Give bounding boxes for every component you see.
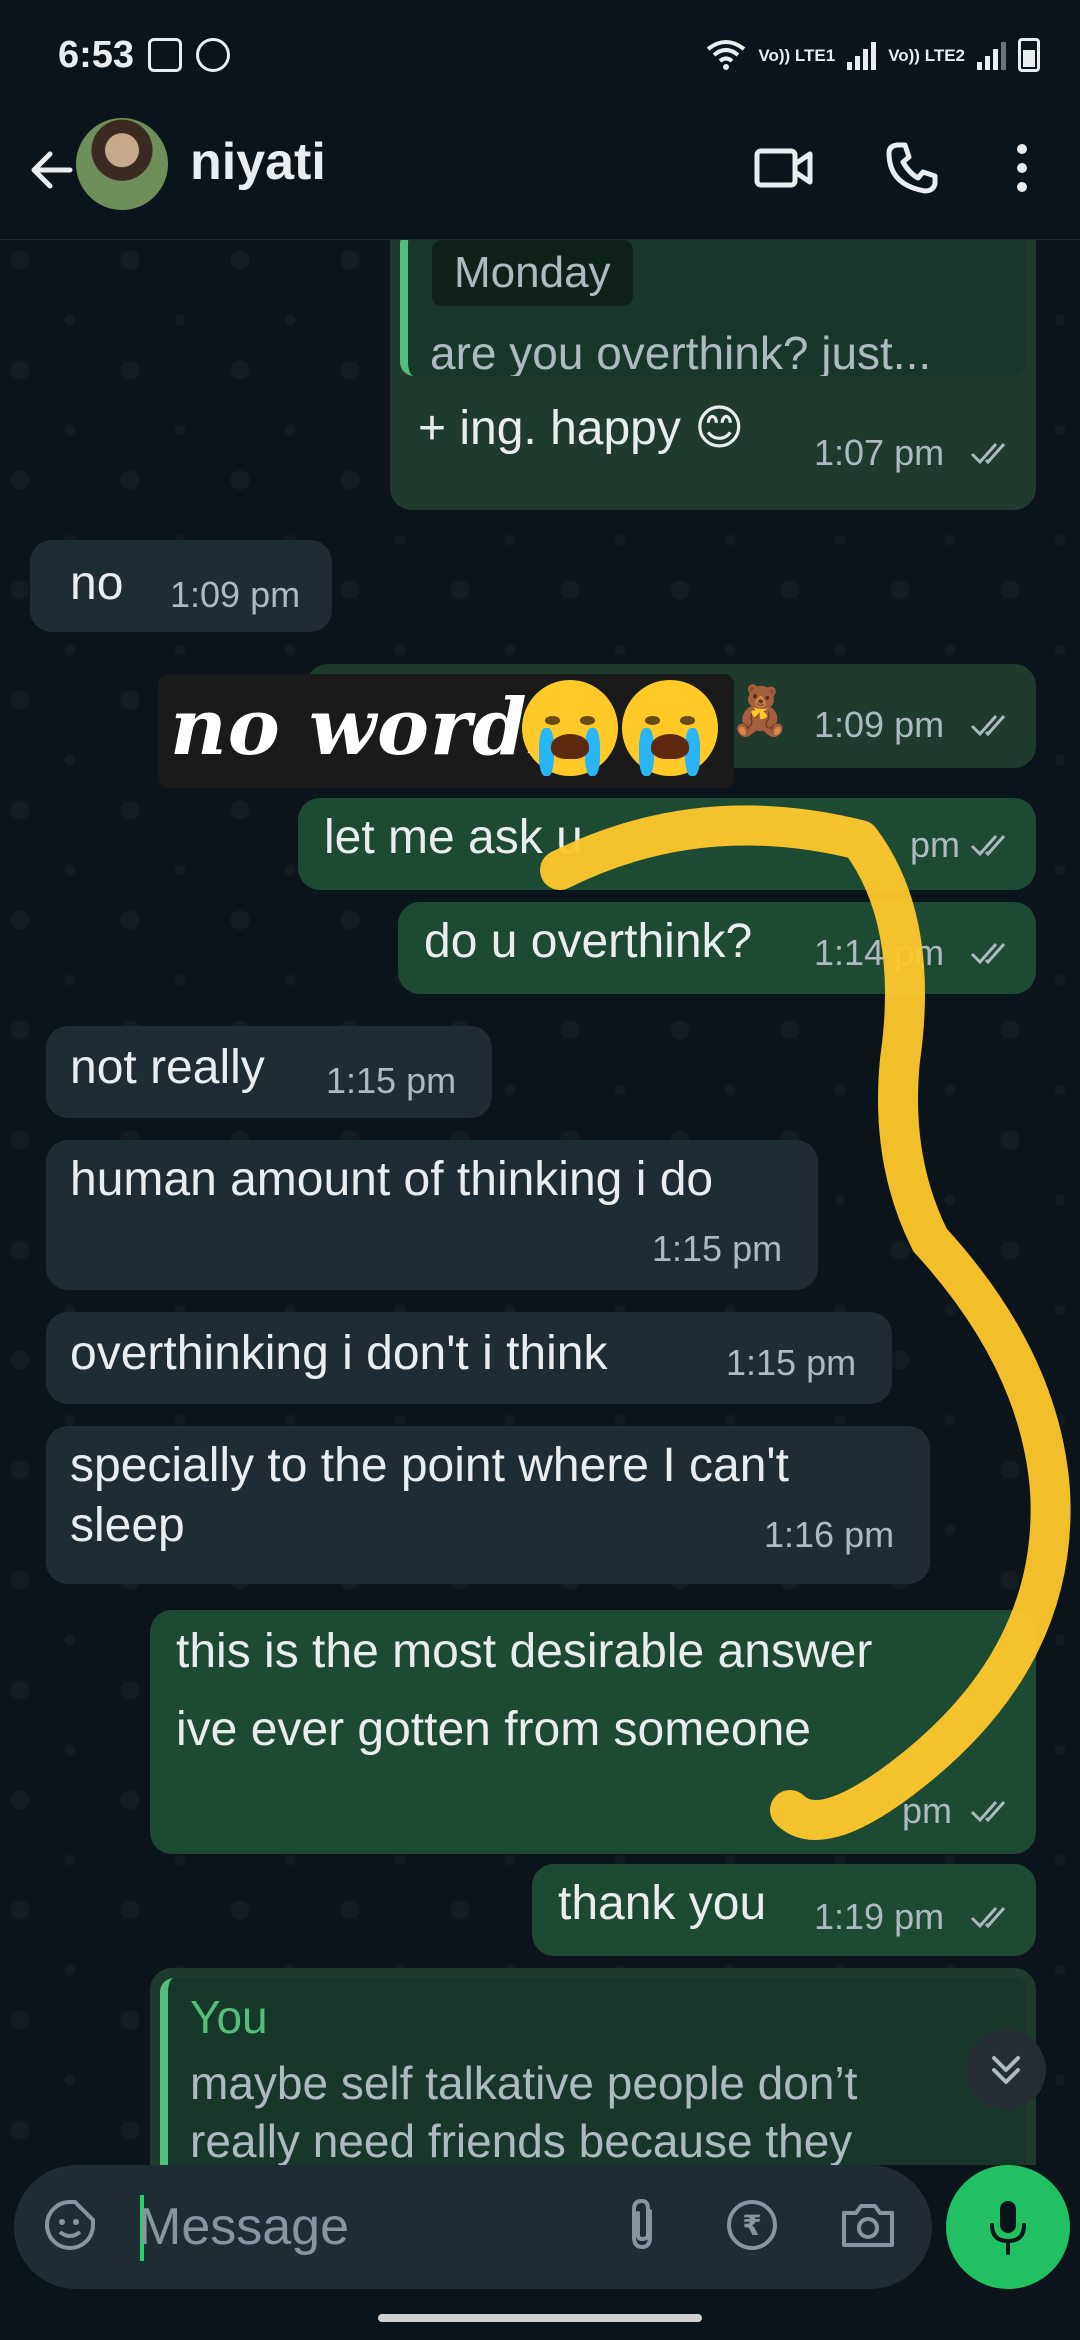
sim2-label: Vo)) LTE2 [888, 45, 965, 65]
avatar[interactable] [76, 118, 168, 210]
scroll-to-bottom-button[interactable] [966, 2030, 1046, 2110]
signal-sim2-icon [977, 40, 1006, 70]
wifi-icon [707, 40, 746, 70]
message-text: thank you [558, 1877, 767, 1930]
quote-day-label: Monday [432, 240, 633, 306]
read-receipt-icon [970, 943, 1006, 965]
message-text: let me ask u [324, 811, 583, 864]
message-outgoing[interactable]: thank you 1:19 pm [532, 1864, 1036, 1956]
read-receipt-icon [970, 1801, 1006, 1823]
message-text-line-1: specially to the point where I can't [70, 1439, 789, 1492]
home-indicator[interactable] [378, 2314, 702, 2322]
message-time: 1:19 pm [814, 1896, 945, 1937]
message-text: overthinking i don't i think [70, 1327, 608, 1380]
read-receipt-icon [970, 1907, 1006, 1929]
message-placeholder: Message [138, 2198, 349, 2256]
message-text: no [70, 557, 124, 610]
quote-text-line-2: really need friends because they [190, 2115, 853, 2165]
contact-name[interactable]: niyati [190, 132, 326, 192]
message-outgoing[interactable]: You maybe self talkative people don’t re… [150, 1968, 1036, 2165]
message-time: 1:15 pm [652, 1228, 783, 1269]
message-time: 1:09 pm [814, 704, 945, 745]
sticker-overlay: no words [158, 674, 734, 788]
double-chevron-down-icon [992, 2056, 1020, 2084]
camera-icon[interactable] [836, 2193, 900, 2257]
back-arrow-icon[interactable] [22, 140, 82, 200]
video-call-icon[interactable] [752, 136, 816, 200]
message-input[interactable]: Message ₹ [14, 2165, 932, 2289]
message-text: + ing. happy 😊 [418, 402, 745, 455]
message-text: human amount of thinking i do [70, 1153, 714, 1206]
attach-icon[interactable] [610, 2193, 674, 2257]
chat-area[interactable]: Monday are you overthink? just... + ing.… [0, 240, 1080, 2165]
read-receipt-icon [970, 715, 1006, 737]
crying-face-emoji [522, 680, 618, 776]
message-incoming[interactable]: not really 1:15 pm [46, 1026, 492, 1118]
mic-button[interactable] [946, 2165, 1070, 2289]
message-time: pm [902, 1790, 953, 1831]
teddy-bear-emoji: 🧸 [730, 685, 790, 738]
message-text-line-2: sleep [70, 1499, 185, 1552]
message-outgoing[interactable]: this is the most desirable answer ive ev… [150, 1610, 1036, 1854]
message-time: 1:09 pm [170, 574, 301, 615]
rupee-payment-icon[interactable]: ₹ [720, 2193, 784, 2257]
chat-header: niyati [0, 110, 1080, 240]
quote-text-line-1: maybe self talkative people don’t [190, 2057, 858, 2109]
quote-text: are you overthink? just... [430, 327, 932, 376]
quoted-message[interactable]: You maybe self talkative people don’t re… [160, 1978, 1026, 2165]
message-time: 1:15 pm [326, 1060, 457, 1101]
emoji-sticker-icon[interactable] [38, 2193, 102, 2257]
svg-text:₹: ₹ [742, 2209, 761, 2242]
sticker-text: no words [170, 682, 573, 773]
battery-icon [1018, 38, 1040, 72]
message-incoming[interactable]: overthinking i don't i think 1:15 pm [46, 1312, 892, 1404]
read-receipt-icon [970, 835, 1006, 857]
sim1-label: Vo)) LTE1 [758, 45, 836, 65]
quote-sender: You [190, 1991, 268, 2043]
message-incoming[interactable]: human amount of thinking i do 1:15 pm [46, 1140, 818, 1290]
message-outgoing[interactable]: do u overthink? 1:14 pm [398, 902, 1036, 994]
message-time: 1:07 pm [814, 432, 945, 473]
read-receipt-icon [970, 443, 1006, 465]
more-options-icon[interactable] [990, 136, 1054, 200]
message-text: not really [70, 1041, 265, 1094]
gallery-notification-icon [148, 38, 182, 72]
app-notification-icon [196, 38, 230, 72]
message-time: 1:14 pm [814, 932, 945, 973]
message-incoming[interactable]: specially to the point where I can't sle… [46, 1426, 930, 1584]
message-text: do u overthink? [424, 915, 753, 968]
status-time: 6:53 [58, 34, 135, 76]
message-outgoing[interactable]: let me ask u pm [298, 798, 1036, 890]
mic-icon [990, 2201, 1026, 2255]
phone-icon[interactable] [880, 136, 944, 200]
quoted-message[interactable]: Monday are you overthink? just... [400, 240, 1026, 376]
message-text-line-2: ive ever gotten from someone [176, 1703, 811, 1756]
message-text-line-1: this is the most desirable answer [176, 1625, 873, 1678]
crying-face-emoji [622, 680, 718, 776]
message-outgoing[interactable]: Monday are you overthink? just... + ing.… [390, 240, 1036, 510]
message-time: 1:15 pm [726, 1342, 857, 1383]
status-bar: 6:53 Vo)) LTE1 Vo)) LTE2 [0, 0, 1080, 110]
message-incoming[interactable]: no 1:09 pm [30, 540, 332, 632]
signal-sim1-icon [847, 40, 877, 70]
message-time: pm [910, 824, 961, 865]
message-time: 1:16 pm [764, 1514, 895, 1555]
